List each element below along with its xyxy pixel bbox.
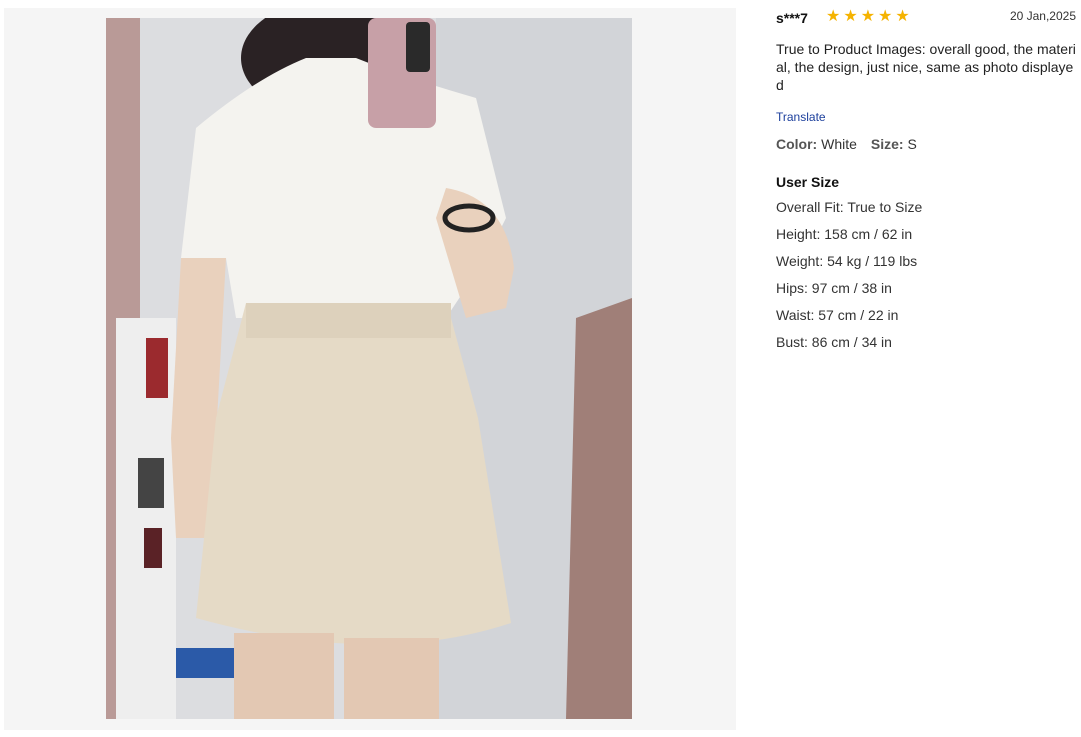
user-size-list: Overall Fit: True to Size Height: 158 cm… xyxy=(776,198,1076,360)
color-attribute: Color: White xyxy=(776,136,857,152)
review-details: s***7 ★ ★ ★ ★ ★ 20 Jan,2025 True to Prod… xyxy=(776,8,1076,360)
review-header: s***7 ★ ★ ★ ★ ★ 20 Jan,2025 xyxy=(776,8,1076,28)
star-icon: ★ xyxy=(860,8,876,25)
size-item-value: 57 cm / 22 in xyxy=(818,307,899,323)
color-value: White xyxy=(821,136,857,152)
size-item-label: Overall Fit: xyxy=(776,199,844,215)
size-item-label: Waist: xyxy=(776,307,815,323)
size-item-value: 97 cm / 38 in xyxy=(811,280,892,296)
translate-link[interactable]: Translate xyxy=(776,110,826,124)
review-photo[interactable] xyxy=(106,18,632,719)
color-label: Color: xyxy=(776,136,818,152)
size-item-value: 54 kg / 119 lbs xyxy=(827,253,918,269)
reviewer-name: s***7 xyxy=(776,10,808,26)
size-item: Hips: 97 cm / 38 in xyxy=(776,279,1076,306)
size-item: Waist: 57 cm / 22 in xyxy=(776,306,1076,333)
size-item-label: Hips: xyxy=(776,280,808,296)
star-icon: ★ xyxy=(826,8,841,25)
size-item-value: 158 cm / 62 in xyxy=(824,226,913,242)
user-size-title: User Size xyxy=(776,174,840,190)
size-attribute: Size: S xyxy=(871,136,917,152)
review-photo-panel xyxy=(4,8,736,730)
star-rating: ★ ★ ★ ★ ★ xyxy=(826,8,910,26)
size-item-value: True to Size xyxy=(847,199,923,215)
star-icon: ★ xyxy=(878,8,893,25)
size-item-label: Weight: xyxy=(776,253,824,269)
size-item: Overall Fit: True to Size xyxy=(776,198,1076,225)
review-comment: True to Product Images: overall good, th… xyxy=(776,41,1076,93)
star-icon: ★ xyxy=(843,8,858,25)
size-item-label: Bust: xyxy=(776,334,808,350)
size-item-value: 86 cm / 34 in xyxy=(811,334,892,350)
size-item: Bust: 86 cm / 34 in xyxy=(776,333,1076,360)
size-label: Size: xyxy=(870,136,904,152)
review-photo-image xyxy=(106,18,632,719)
size-item: Weight: 54 kg / 119 lbs xyxy=(776,252,1076,279)
size-value: S xyxy=(907,136,917,152)
review-date: 20 Jan,2025 xyxy=(1009,9,1076,23)
purchase-attributes: Color: White Size: S xyxy=(776,136,1076,152)
size-item-label: Height: xyxy=(776,226,821,242)
star-icon: ★ xyxy=(895,8,910,25)
size-item: Height: 158 cm / 62 in xyxy=(776,225,1076,252)
